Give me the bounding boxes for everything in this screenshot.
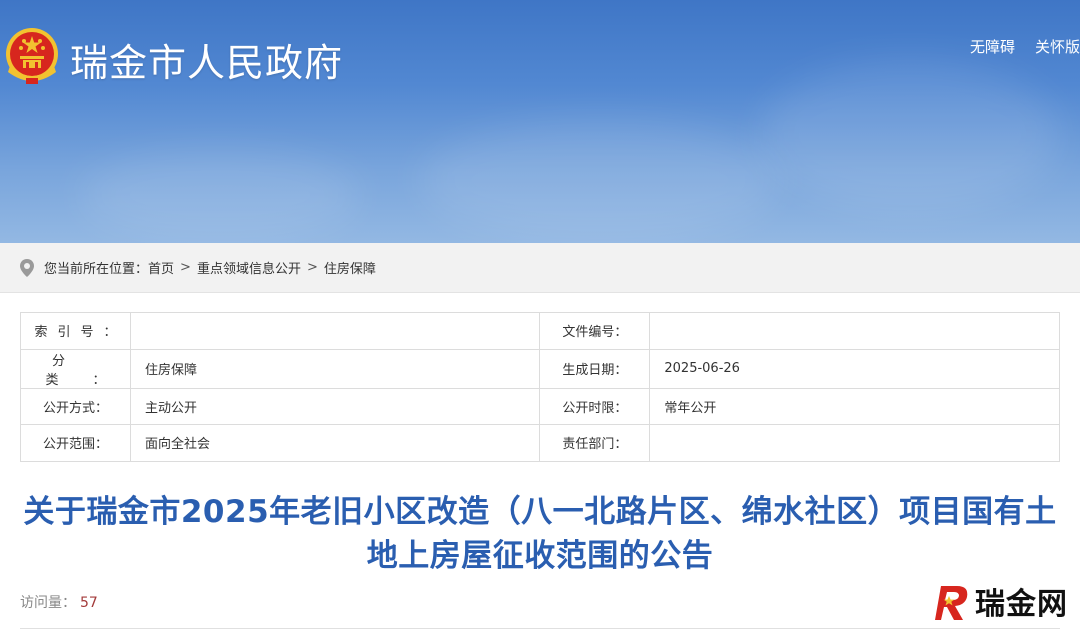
site-title: 瑞金市人民政府	[70, 41, 344, 85]
location-pin-icon	[20, 258, 34, 277]
generated-date-label: 生成日期：	[539, 348, 651, 389]
breadcrumb-separator: >	[180, 260, 191, 275]
breadcrumb-separator: >	[306, 260, 318, 275]
index-number-label: 索引号：	[20, 312, 131, 350]
visit-count: 访问量： 57	[20, 592, 98, 612]
table-row: 公开范围： 面向全社会 责任部门：	[20, 424, 1060, 462]
disclosure-period-value: 常年公开	[649, 387, 1060, 425]
banner-cloud	[420, 120, 780, 240]
table-row: 分类： 住房保障 生成日期： 2025-06-26	[20, 348, 1060, 389]
banner-cloud	[760, 60, 1060, 210]
breadcrumb-prefix: 您当前所在位置：	[44, 262, 149, 277]
banner-cloud	[80, 150, 360, 240]
document-number-label: 文件编号：	[539, 312, 651, 350]
breadcrumb: 您当前所在位置： 首页 > 重点领域信息公开 > 住房保障	[0, 243, 1080, 293]
responsible-dept-label: 责任部门：	[539, 424, 651, 462]
category-label: 分类：	[20, 348, 131, 389]
visit-count-value: 57	[80, 595, 98, 611]
top-links: 无障碍 关怀版	[970, 36, 1080, 57]
visit-count-label: 访问量：	[20, 595, 76, 611]
header-banner: 瑞金市人民政府 无障碍 关怀版	[0, 0, 1080, 243]
article-title: 关于瑞金市2025年老旧小区改造（八一北路片区、绵水社区）项目国有土地上房屋征收…	[23, 494, 1057, 574]
ruijin-r-logo-icon	[935, 586, 968, 620]
watermark-text: 瑞金网	[975, 587, 1068, 622]
disclosure-scope-label: 公开范围：	[20, 424, 131, 462]
disclosure-method-label: 公开方式：	[20, 387, 131, 425]
index-number-value	[129, 312, 541, 350]
responsible-dept-value	[649, 424, 1060, 462]
table-row: 公开方式： 主动公开 公开时限： 常年公开	[20, 387, 1060, 425]
disclosure-method-value: 主动公开	[129, 387, 541, 425]
divider	[20, 628, 1060, 629]
breadcrumb-housing[interactable]: 住房保障	[324, 258, 376, 277]
disclosure-period-label: 公开时限：	[539, 387, 651, 425]
document-info-table: 索引号： 文件编号： 分类： 住房保障 生成日期： 2025-06-26 公开方…	[20, 312, 1060, 462]
national-emblem-icon	[6, 28, 58, 84]
accessibility-link[interactable]: 无障碍	[970, 36, 1015, 57]
category-value: 住房保障	[129, 348, 541, 389]
generated-date-value: 2025-06-26	[649, 348, 1060, 389]
breadcrumb-key-areas[interactable]: 重点领域信息公开	[197, 258, 301, 277]
disclosure-scope-value: 面向全社会	[129, 424, 541, 462]
elderly-mode-link[interactable]: 关怀版	[1035, 36, 1080, 57]
document-number-value	[649, 312, 1060, 350]
table-row: 索引号： 文件编号：	[20, 312, 1060, 350]
watermark-logo: 瑞金网	[927, 578, 1068, 624]
breadcrumb-home[interactable]: 首页	[148, 258, 174, 277]
